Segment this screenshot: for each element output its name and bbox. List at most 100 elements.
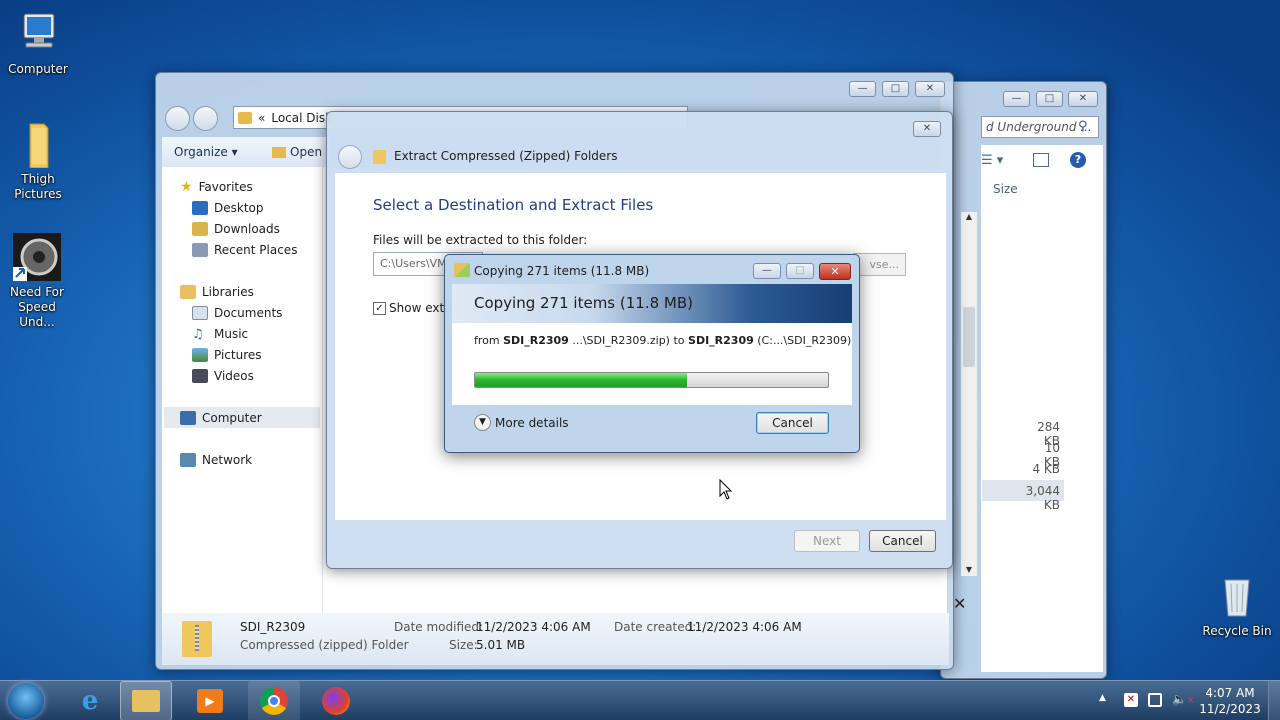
next-button[interactable]: Next	[794, 530, 860, 552]
copy-dialog[interactable]: Copying 271 items (11.8 MB) — □ ✕ Copyin…	[444, 254, 860, 453]
nav-downloads[interactable]: Downloads	[192, 219, 280, 239]
wizard-title: Extract Compressed (Zipped) Folders	[394, 149, 618, 163]
nav-desktop[interactable]: Desktop	[192, 198, 264, 218]
desktop-icon-computer[interactable]: Computer	[0, 10, 76, 77]
close-details-icon[interactable]: ✕	[953, 594, 966, 613]
wizard-heading: Select a Destination and Extract Files	[373, 196, 654, 214]
scroll-down-icon[interactable]: ▼	[961, 565, 977, 574]
more-details-toggle[interactable]: ▼ More details	[474, 414, 569, 431]
chrome-icon	[260, 687, 288, 715]
views-icon[interactable]: ☰ ▾	[981, 153, 1003, 168]
taskbar-internet-explorer[interactable]: e	[64, 681, 116, 720]
desktop-icon-nfs[interactable]: Need For Speed Und...	[0, 233, 75, 330]
taskbar-windows-explorer[interactable]	[120, 681, 172, 720]
maximize-button[interactable]: □	[1036, 91, 1063, 107]
folder-icon	[132, 690, 160, 712]
taskbar-chrome[interactable]	[248, 681, 300, 720]
progress-fill	[475, 373, 687, 387]
libraries-icon	[180, 285, 196, 299]
zip-icon	[373, 150, 386, 164]
progress-bar	[474, 372, 829, 388]
start-button[interactable]	[8, 683, 44, 719]
close-button[interactable]: ✕	[913, 121, 941, 137]
created-label: Date created:	[614, 620, 697, 634]
search-icon[interactable]: ⚲	[1078, 119, 1096, 135]
nav-computer[interactable]: Computer	[180, 408, 262, 428]
file-name: SDI_R2309	[240, 620, 306, 634]
chevron-down-icon: ▼	[474, 414, 491, 431]
scrollbar[interactable]: ▲ ▼	[961, 212, 977, 576]
search-placeholder: d Underground ...	[986, 120, 1092, 134]
copy-cancel-button[interactable]: Cancel	[756, 412, 829, 434]
nav-music[interactable]: ♫ Music	[192, 324, 248, 344]
nav-label: Music	[214, 327, 249, 341]
open-label: Open	[290, 145, 323, 159]
scroll-thumb[interactable]	[963, 307, 975, 367]
help-icon[interactable]: ?	[1070, 152, 1086, 168]
address-chevron: «	[258, 110, 266, 125]
volume-muted-icon[interactable]: 🔈✕	[1172, 692, 1195, 706]
file-type: Compressed (zipped) Folder	[240, 638, 409, 652]
source-path: ...\SDI_R2309.zip)	[572, 334, 670, 347]
desktop-icon-thigh-pictures[interactable]: Thigh Pictures	[0, 120, 76, 202]
maximize-button[interactable]: □	[882, 81, 909, 97]
taskbar-media-player[interactable]: ▶	[184, 681, 236, 720]
computer-icon	[14, 10, 62, 58]
action-center-icon[interactable]: ✕	[1124, 693, 1138, 707]
destination-name[interactable]: SDI_R2309	[688, 334, 754, 347]
desktop-icon-label: Thigh Pictures	[14, 172, 62, 201]
minimize-button[interactable]: —	[753, 263, 781, 279]
copy-icon	[454, 263, 470, 277]
nav-label: Downloads	[214, 222, 280, 236]
close-button[interactable]: ✕	[819, 263, 851, 280]
scroll-up-icon[interactable]: ▲	[961, 212, 977, 221]
minimize-button[interactable]: —	[849, 81, 876, 97]
nav-documents[interactable]: Documents	[192, 303, 282, 323]
pictures-icon	[192, 348, 208, 362]
desktop-icon	[192, 201, 208, 215]
show-checkbox[interactable]: ✓	[373, 302, 386, 315]
desktop-icon-recycle-bin[interactable]: Recycle Bin	[1199, 572, 1275, 639]
taskbar-firefox[interactable]	[310, 681, 362, 720]
cancel-button[interactable]: Cancel	[869, 530, 936, 552]
clock[interactable]: 4:07 AM 11/2/2023	[1198, 685, 1262, 717]
firefox-icon	[322, 687, 350, 715]
size-value: 5.01 MB	[476, 638, 526, 652]
nav-recent-places[interactable]: Recent Places	[192, 240, 297, 260]
preview-pane-icon[interactable]	[1033, 153, 1049, 167]
organize-button[interactable]: Organize ▾	[174, 145, 238, 159]
nav-network[interactable]: Network	[180, 450, 252, 470]
media-player-icon: ▶	[197, 689, 223, 713]
show-desktop-button[interactable]	[1268, 681, 1280, 720]
wizard-back-button[interactable]	[338, 145, 362, 169]
nav-libraries[interactable]: Libraries	[180, 282, 254, 302]
documents-icon	[192, 306, 208, 320]
nav-videos[interactable]: Videos	[192, 366, 254, 386]
clock-time: 4:07 AM	[1205, 686, 1255, 700]
browse-button[interactable]: vse...	[853, 253, 906, 276]
column-header-size[interactable]: Size	[993, 182, 1018, 196]
nav-favorites[interactable]: ★ Favorites	[180, 177, 253, 197]
tray-expand-icon[interactable]: ▲	[1099, 693, 1106, 703]
source-name[interactable]: SDI_R2309	[503, 334, 569, 347]
minimize-button[interactable]: —	[1003, 91, 1030, 107]
details-pane: SDI_R2309 Compressed (zipped) Folder Dat…	[162, 613, 949, 665]
copy-body: from SDI_R2309 ...\SDI_R2309.zip) to SDI…	[452, 323, 852, 405]
created-value: 11/2/2023 4:06 AM	[687, 620, 802, 634]
maximize-button[interactable]: □	[786, 263, 814, 279]
star-icon: ★	[180, 179, 193, 195]
downloads-icon	[192, 222, 208, 236]
close-button[interactable]: ✕	[915, 81, 945, 97]
back-button[interactable]	[165, 106, 190, 131]
destination-value: C:\Users\VM	[380, 257, 447, 270]
folder-icon	[14, 120, 62, 169]
folder-label: Files will be extracted to this folder:	[373, 233, 588, 247]
copy-header: Copying 271 items (11.8 MB)	[474, 294, 693, 312]
nav-label: Computer	[202, 411, 262, 425]
close-button[interactable]: ✕	[1068, 91, 1098, 107]
forward-button[interactable]	[193, 106, 218, 131]
nav-pictures[interactable]: Pictures	[192, 345, 262, 365]
open-button[interactable]: Open	[272, 145, 322, 159]
computer-icon	[180, 411, 196, 425]
network-tray-icon[interactable]	[1148, 693, 1162, 707]
